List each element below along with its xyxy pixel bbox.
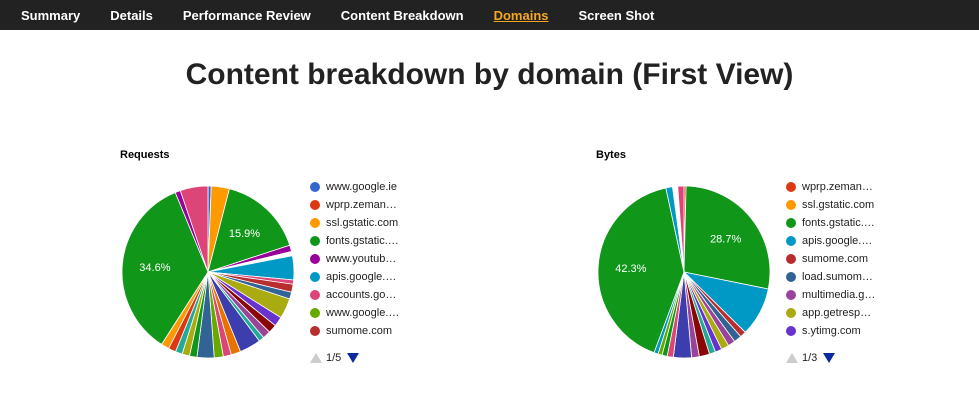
requests-chart: Requests 15.9% 34.6% www.google.ie wprp.z…	[118, 140, 498, 380]
legend-dot	[310, 290, 320, 300]
legend-label: wprp.zeman…	[326, 199, 397, 211]
nav-tab-performance-review[interactable]: Performance Review	[183, 8, 311, 23]
legend-label: sumome.com	[326, 325, 393, 337]
pager-next-icon[interactable]	[823, 353, 836, 363]
legend-label: ssl.gstatic.com	[802, 199, 875, 211]
legend-dot	[310, 236, 320, 246]
legend-item[interactable]: fonts.gstatic.…	[786, 214, 896, 232]
legend-item[interactable]: load.sumom…	[786, 268, 896, 286]
legend-dot	[310, 182, 320, 192]
legend-dot	[786, 272, 796, 282]
legend-label: sumome.com	[802, 253, 869, 265]
pie-slice-label: 15.9%	[229, 228, 260, 240]
legend-item[interactable]: ssl.gstatic.com	[310, 214, 420, 232]
bytes-legend-pager: 1/3	[786, 352, 836, 364]
legend-item[interactable]: sumome.com	[310, 322, 420, 340]
legend-label: www.google.…	[326, 307, 400, 319]
nav-tab-domains[interactable]: Domains	[494, 8, 549, 23]
legend-dot	[310, 254, 320, 264]
legend-label: www.google.ie	[326, 181, 397, 193]
legend-item[interactable]: wprp.zeman…	[786, 178, 896, 196]
bytes-pie: 28.7% 42.3%	[597, 185, 771, 359]
legend-label: www.youtub…	[326, 253, 397, 265]
legend-dot	[310, 200, 320, 210]
legend-label: app.getresp…	[802, 307, 872, 319]
nav-tab-screen-shot[interactable]: Screen Shot	[579, 8, 655, 23]
legend-label: wprp.zeman…	[802, 181, 873, 193]
legend-label: fonts.gstatic.…	[802, 217, 875, 229]
pager-page-indicator: 1/3	[802, 352, 818, 364]
pie-slice-label: 34.6%	[139, 262, 170, 274]
bytes-chart-title: Bytes	[596, 149, 626, 161]
legend-dot	[310, 272, 320, 282]
legend-dot	[310, 308, 320, 318]
legend-dot	[786, 326, 796, 336]
legend-dot	[786, 218, 796, 228]
requests-pie: 15.9% 34.6%	[121, 185, 295, 359]
requests-legend-pager: 1/5	[310, 352, 360, 364]
legend-label: multimedia.g…	[802, 289, 876, 301]
legend-dot	[786, 290, 796, 300]
requests-legend: www.google.ie wprp.zeman… ssl.gstatic.co…	[310, 178, 420, 340]
legend-item[interactable]: s.ytimg.com	[786, 322, 896, 340]
legend-item[interactable]: wprp.zeman…	[310, 196, 420, 214]
bytes-chart: Bytes 28.7% 42.3% wprp.zeman… ssl.gstatic…	[594, 140, 974, 380]
legend-label: apis.google.…	[802, 235, 873, 247]
legend-label: accounts.go…	[326, 289, 397, 301]
pager-prev-icon[interactable]	[786, 353, 798, 363]
legend-dot	[310, 218, 320, 228]
bytes-legend: wprp.zeman… ssl.gstatic.com fonts.gstati…	[786, 178, 896, 340]
pager-next-icon[interactable]	[347, 353, 360, 363]
legend-dot	[786, 236, 796, 246]
legend-item[interactable]: sumome.com	[786, 250, 896, 268]
legend-item[interactable]: apis.google.…	[786, 232, 896, 250]
legend-item[interactable]: multimedia.g…	[786, 286, 896, 304]
pager-page-indicator: 1/5	[326, 352, 342, 364]
top-nav: Summary Details Performance Review Conte…	[0, 0, 979, 30]
legend-dot	[310, 326, 320, 336]
legend-dot	[786, 200, 796, 210]
legend-label: apis.google.…	[326, 271, 397, 283]
nav-tab-summary[interactable]: Summary	[21, 8, 80, 23]
legend-label: s.ytimg.com	[802, 325, 861, 337]
legend-label: fonts.gstatic.…	[326, 235, 399, 247]
page-title: Content breakdown by domain (First View)	[185, 58, 794, 91]
pager-prev-icon[interactable]	[310, 353, 322, 363]
legend-item[interactable]: ssl.gstatic.com	[786, 196, 896, 214]
legend-label: load.sumom…	[802, 271, 873, 283]
legend-item[interactable]: www.google.ie	[310, 178, 420, 196]
legend-dot	[786, 182, 796, 192]
legend-item[interactable]: app.getresp…	[786, 304, 896, 322]
pie-slice-label: 28.7%	[710, 234, 741, 246]
nav-tab-content-breakdown[interactable]: Content Breakdown	[341, 8, 464, 23]
legend-item[interactable]: www.google.…	[310, 304, 420, 322]
legend-item[interactable]: fonts.gstatic.…	[310, 232, 420, 250]
pie-slice-label: 42.3%	[615, 263, 646, 275]
legend-dot	[786, 254, 796, 264]
legend-item[interactable]: www.youtub…	[310, 250, 420, 268]
legend-item[interactable]: apis.google.…	[310, 268, 420, 286]
nav-tab-details[interactable]: Details	[110, 8, 153, 23]
legend-item[interactable]: accounts.go…	[310, 286, 420, 304]
requests-chart-title: Requests	[120, 149, 170, 161]
legend-label: ssl.gstatic.com	[326, 217, 399, 229]
legend-dot	[786, 308, 796, 318]
